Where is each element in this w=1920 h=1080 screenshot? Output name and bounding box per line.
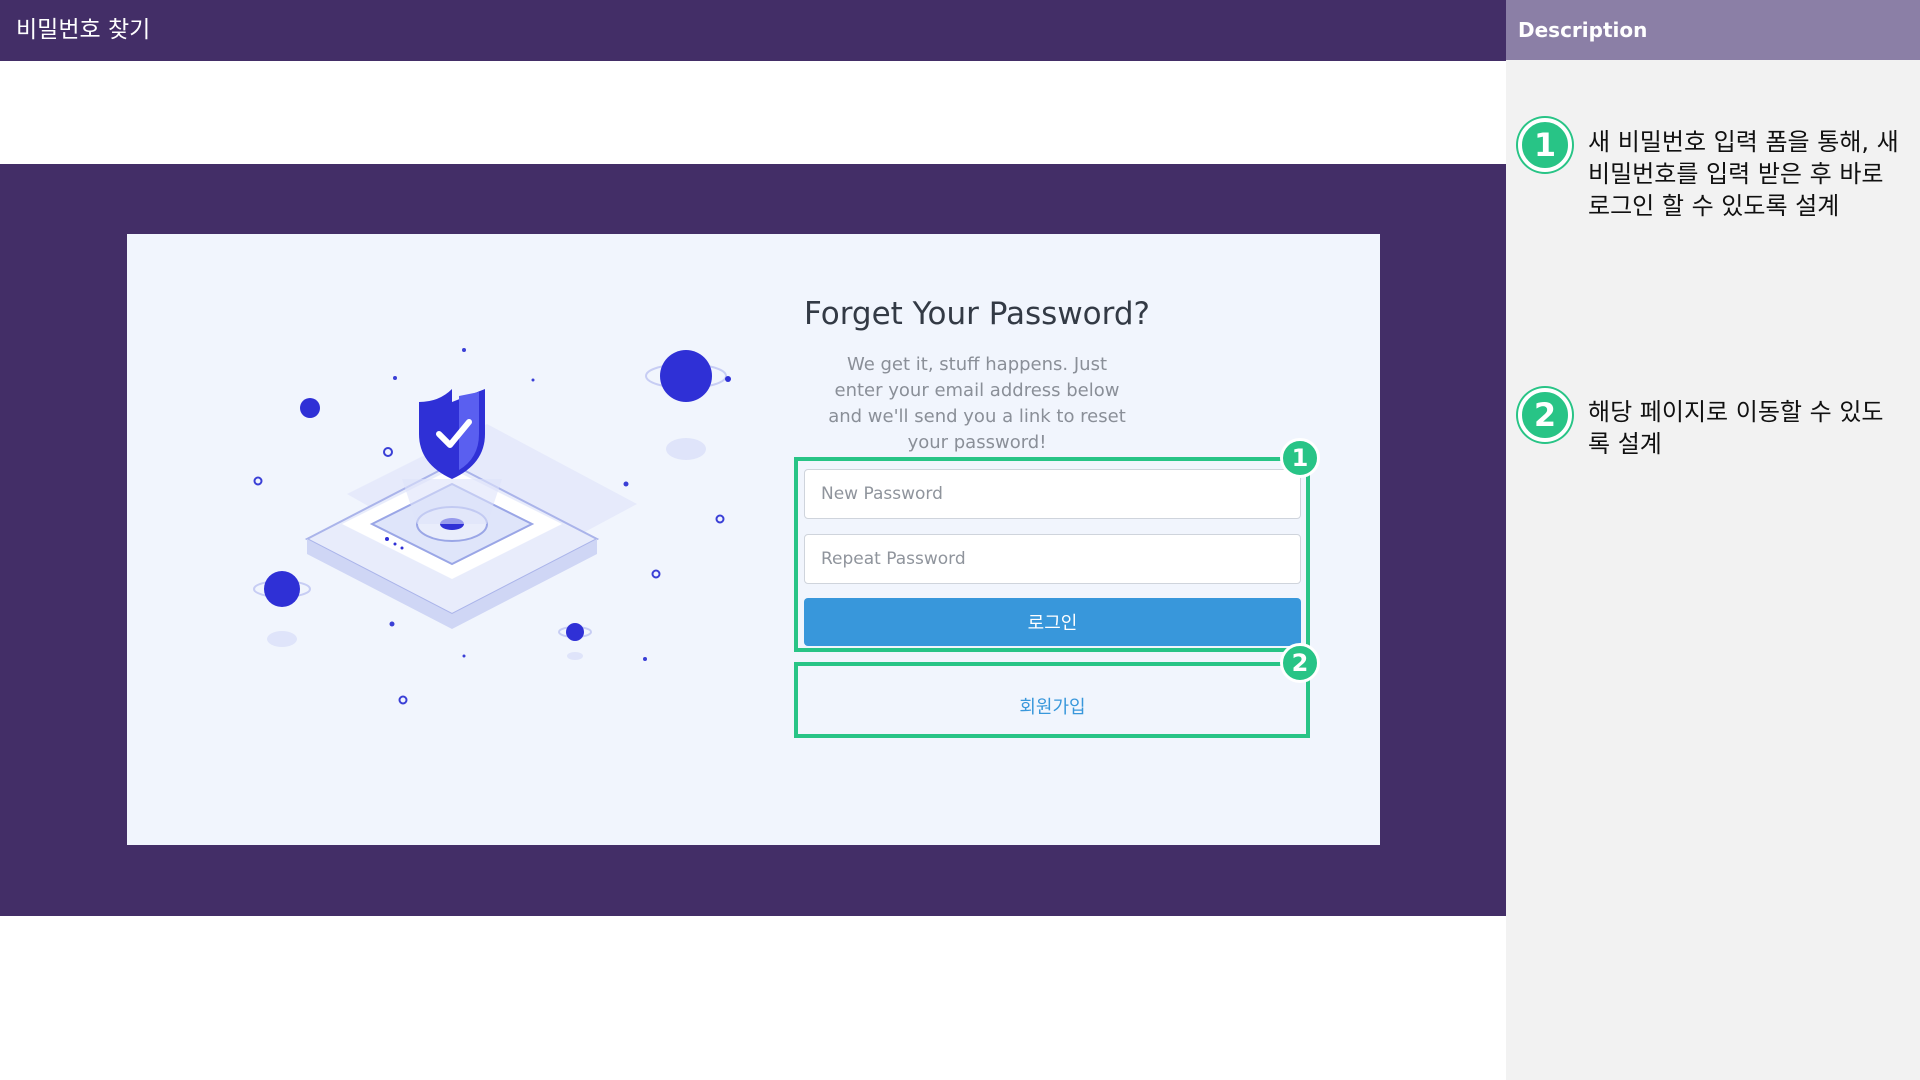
deco-dot (531, 378, 535, 382)
note-text-1: 새 비밀번호 입력 폼을 통해, 새 비밀번호를 입력 받은 후 바로 로그인 … (1588, 128, 1899, 220)
planet (566, 623, 584, 641)
note-badge-1: 1 (1518, 118, 1572, 172)
deco-ring (651, 569, 661, 579)
top-bar: 비밀번호 찾기 (0, 0, 1506, 61)
deco-dot (462, 348, 466, 352)
planet (264, 571, 300, 607)
callout-frame-2 (794, 662, 1310, 738)
security-illustration (253, 348, 731, 705)
description-title: Description (1518, 18, 1648, 42)
form-title: Forget Your Password? (804, 296, 1150, 332)
callout-badge-1: 1 (1280, 438, 1320, 478)
deco-ring (383, 447, 393, 457)
screen: 비밀번호 찾기 Forget Your Password? We get it,… (0, 0, 1920, 1080)
deco-dot (393, 542, 397, 546)
deco-dot (393, 376, 397, 380)
shadow (666, 438, 706, 460)
deco-dot (725, 376, 731, 382)
deco-dot (623, 481, 629, 487)
form-description: We get it, stuff happens. Just enter you… (828, 354, 1126, 453)
note-badge-2: 2 (1518, 388, 1572, 442)
description-panel: Description 1 새 비밀번호 입력 폼을 통해, 새 비밀번호를 입… (1506, 0, 1920, 1080)
planet (660, 350, 712, 402)
deco-dot (462, 654, 466, 658)
callout-badge-2: 2 (1280, 643, 1320, 683)
deco-dot (385, 537, 389, 541)
callout-frame-1 (794, 457, 1310, 652)
description-header: Description (1506, 0, 1920, 60)
planet (300, 398, 320, 418)
deco-ring (253, 476, 263, 486)
password-card: Forget Your Password? We get it, stuff h… (127, 234, 1380, 845)
shadow (567, 652, 583, 660)
hologram (402, 479, 502, 524)
shadow (267, 631, 297, 647)
deco-dot (643, 657, 647, 661)
deco-dot (389, 621, 395, 627)
note-text-2: 해당 페이지로 이동할 수 있도록 설계 (1588, 398, 1884, 458)
deco-ring (715, 514, 725, 524)
deco-ring (398, 695, 408, 705)
page-title: 비밀번호 찾기 (16, 17, 151, 43)
deco-dot (400, 546, 404, 550)
stage: Forget Your Password? We get it, stuff h… (0, 164, 1506, 916)
main-area: 비밀번호 찾기 Forget Your Password? We get it,… (0, 0, 1506, 1080)
